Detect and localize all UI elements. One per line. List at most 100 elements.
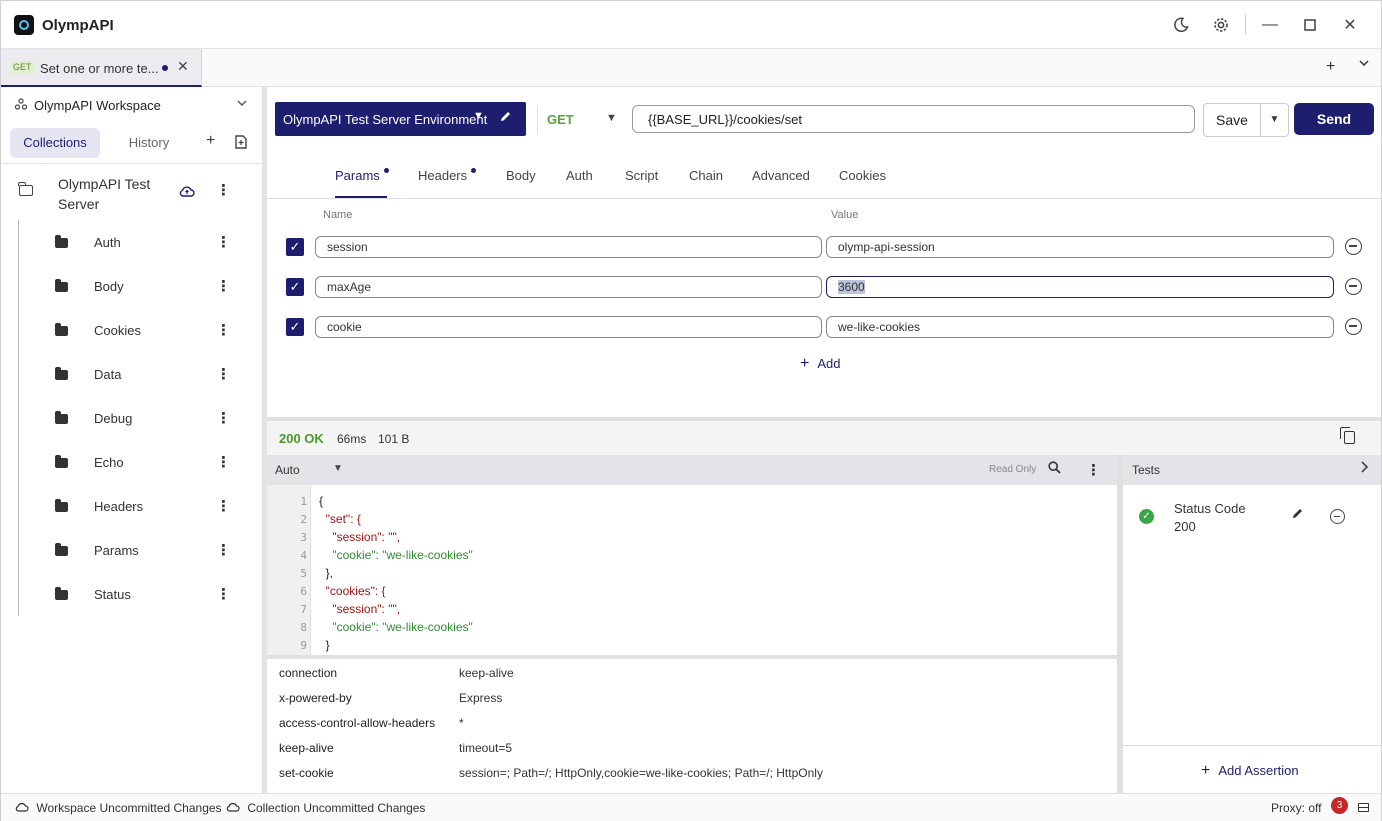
param-value-input[interactable]: 3600 <box>826 276 1334 298</box>
moon-icon[interactable] <box>1169 13 1193 37</box>
tab-auth[interactable]: Auth <box>566 168 593 183</box>
http-method-select[interactable]: GET <box>547 112 574 127</box>
minimize-button[interactable]: — <box>1258 13 1282 37</box>
workspace-selector[interactable]: OlympAPI Workspace <box>1 87 263 123</box>
add-assertion-button[interactable]: + Add Assertion <box>1201 762 1299 780</box>
tab-advanced[interactable]: Advanced <box>752 168 810 183</box>
status-bar: Workspace Uncommitted Changes Collection… <box>1 793 1381 821</box>
save-options-caret-icon[interactable]: ▼ <box>1261 103 1289 137</box>
tab-params-label: Params <box>335 168 380 183</box>
url-input[interactable]: {{BASE_URL}}/cookies/set <box>632 105 1195 133</box>
assertion-label: Status Code 200 <box>1174 500 1264 536</box>
folder-item-headers[interactable]: Headers ⋮ <box>1 485 263 529</box>
folder-menu-icon[interactable]: ⋮ <box>216 587 231 602</box>
tab-params[interactable]: Params <box>335 168 389 183</box>
remove-assertion-icon[interactable] <box>1330 509 1345 524</box>
gear-icon[interactable] <box>1209 13 1233 37</box>
chevron-down-icon[interactable] <box>237 97 247 111</box>
toggle-panel-icon[interactable] <box>1358 803 1369 812</box>
request-tabs: Params Headers Body Auth Script Chain Ad… <box>267 153 1381 199</box>
edit-assertion-icon[interactable] <box>1291 507 1304 523</box>
close-tab-icon[interactable]: ✕ <box>177 58 189 75</box>
folder-menu-icon[interactable]: ⋮ <box>216 543 231 558</box>
response-time: 66ms <box>337 432 367 446</box>
response-body-editor[interactable]: 1 2 3 4 5 6 7 8 9 { "set": { "session": … <box>267 485 1117 655</box>
folder-item-cookies[interactable]: Cookies ⋮ <box>1 309 263 353</box>
environment-name: OlympAPI Test Server Environment <box>283 112 488 127</box>
workspace-changes-indicator[interactable]: Workspace Uncommitted Changes <box>15 801 222 815</box>
remove-param-icon[interactable] <box>1345 238 1362 255</box>
save-button[interactable]: Save <box>1203 103 1261 137</box>
add-assertion-label: Add Assertion <box>1218 763 1299 778</box>
history-tab[interactable]: History <box>110 128 188 158</box>
param-value-input[interactable]: olymp-api-session <box>826 236 1334 258</box>
collection-menu-icon[interactable]: ⋮ <box>216 183 231 198</box>
folder-menu-icon[interactable]: ⋮ <box>216 411 231 426</box>
header-value: timeout=5 <box>459 741 513 755</box>
tab-script[interactable]: Script <box>625 168 658 183</box>
param-name-input[interactable]: maxAge <box>315 276 822 298</box>
folder-item-data[interactable]: Data ⋮ <box>1 353 263 397</box>
param-enabled-checkbox[interactable]: ✓ <box>286 318 304 336</box>
header-key: x-powered-by <box>279 691 352 705</box>
folder-menu-icon[interactable]: ⋮ <box>216 499 231 514</box>
environment-selector[interactable]: OlympAPI Test Server Environment ▼ <box>275 102 526 136</box>
collections-tab[interactable]: Collections <box>10 128 100 158</box>
add-collection-icon[interactable]: + <box>206 132 215 150</box>
code-line: "set": { <box>319 512 361 526</box>
folder-item-echo[interactable]: Echo ⋮ <box>1 441 263 485</box>
param-value-input[interactable]: we-like-cookies <box>826 316 1334 338</box>
line-number: 2 <box>300 513 307 526</box>
tab-body[interactable]: Body <box>506 168 536 183</box>
param-enabled-checkbox[interactable]: ✓ <box>286 238 304 256</box>
folder-item-auth[interactable]: Auth ⋮ <box>1 221 263 265</box>
tab-chain[interactable]: Chain <box>689 168 723 183</box>
selected-value-text: 3600 <box>838 280 865 294</box>
import-file-icon[interactable] <box>235 135 247 154</box>
viewer-menu-icon[interactable]: ⋮ <box>1086 463 1101 478</box>
folder-item-params[interactable]: Params ⋮ <box>1 529 263 573</box>
collection-item[interactable]: OlympAPI Test Server ⋮ <box>1 171 263 215</box>
folder-item-debug[interactable]: Debug ⋮ <box>1 397 263 441</box>
tab-headers[interactable]: Headers <box>418 168 477 183</box>
collection-changes-indicator[interactable]: Collection Uncommitted Changes <box>226 801 425 815</box>
param-enabled-checkbox[interactable]: ✓ <box>286 278 304 296</box>
format-select[interactable]: Auto <box>275 463 300 477</box>
add-param-button[interactable]: + Add <box>800 355 840 373</box>
folder-menu-icon[interactable]: ⋮ <box>216 279 231 294</box>
folder-item-status[interactable]: Status ⋮ <box>1 573 263 617</box>
copy-icon[interactable] <box>1340 427 1355 444</box>
proxy-status[interactable]: Proxy: off <box>1271 801 1321 815</box>
add-tab-icon[interactable]: + <box>1326 58 1335 76</box>
folder-menu-icon[interactable]: ⋮ <box>216 455 231 470</box>
workspace-icon <box>14 98 28 113</box>
folder-menu-icon[interactable]: ⋮ <box>216 323 231 338</box>
code-line: { <box>319 494 324 508</box>
folder-item-body[interactable]: Body ⋮ <box>1 265 263 309</box>
notification-badge[interactable]: 3 <box>1331 797 1348 814</box>
folder-label: Debug <box>94 411 133 426</box>
chevron-right-icon[interactable] <box>1359 460 1369 476</box>
maximize-button[interactable] <box>1298 13 1322 37</box>
caret-down-icon[interactable]: ▼ <box>333 463 343 474</box>
header-key: access-control-allow-headers <box>279 716 436 730</box>
param-name-input[interactable]: cookie <box>315 316 822 338</box>
tab-list-chevron-icon[interactable] <box>1358 56 1370 74</box>
folder-menu-icon[interactable]: ⋮ <box>216 367 231 382</box>
send-button[interactable]: Send <box>1294 103 1374 135</box>
caret-down-icon[interactable]: ▼ <box>606 112 617 124</box>
tab-headers-label: Headers <box>418 168 468 183</box>
edit-environment-icon[interactable] <box>499 110 512 126</box>
search-icon[interactable] <box>1048 461 1061 477</box>
tab-cookies[interactable]: Cookies <box>839 168 886 183</box>
param-name-input[interactable]: session <box>315 236 822 258</box>
close-button[interactable]: ✕ <box>1338 13 1362 37</box>
request-tab[interactable]: GET Set one or more te... ✕ <box>1 49 202 87</box>
modified-dot-icon <box>383 168 389 173</box>
title-bar: OlympAPI — ✕ <box>1 1 1381 49</box>
cloud-sync-icon[interactable] <box>179 184 195 200</box>
remove-param-icon[interactable] <box>1345 318 1362 335</box>
folder-open-icon <box>18 182 33 196</box>
folder-menu-icon[interactable]: ⋮ <box>216 235 231 250</box>
remove-param-icon[interactable] <box>1345 278 1362 295</box>
